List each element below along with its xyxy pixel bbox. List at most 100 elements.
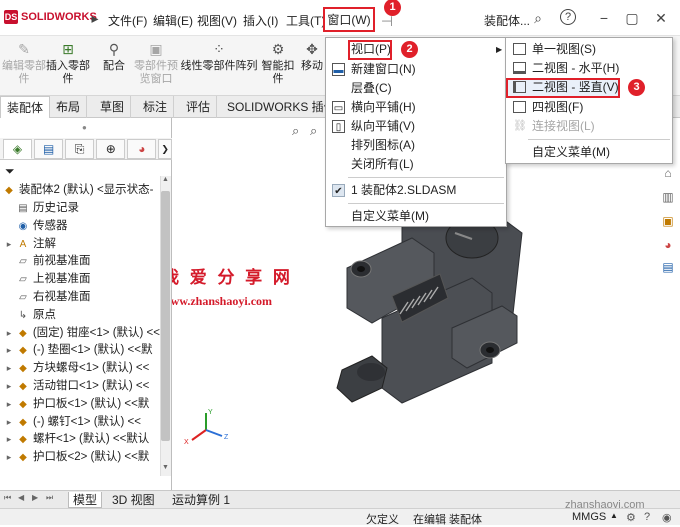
move-button[interactable]: ✥ 移动 <box>298 40 326 73</box>
help-icon[interactable]: ? <box>560 9 576 25</box>
tab-sketch[interactable]: 草图 <box>94 96 132 118</box>
submenu-single-view[interactable]: 单一视图(S) <box>506 40 672 59</box>
edit-part-button[interactable]: ✎ 编辑零部件 <box>0 40 48 86</box>
preview-window-button[interactable]: ▣ 零部件预览窗口 <box>132 40 180 86</box>
close-icon[interactable]: ✕ <box>652 9 670 27</box>
design-library-icon[interactable]: ▥ <box>659 188 677 206</box>
tab-model[interactable]: 模型 <box>68 492 103 508</box>
nav-prev-icon[interactable]: ◀ <box>18 493 24 502</box>
tab-evaluate[interactable]: 评估 <box>180 96 218 118</box>
tab-addins[interactable]: SOLIDWORKS 插件 <box>221 96 342 118</box>
tree-item[interactable]: ▸ ◆ (-) 垫圈<1> (默认) <<默 <box>2 342 160 360</box>
configuration-tab-icon[interactable]: ⎘ <box>65 139 95 159</box>
status-help-icon[interactable]: ? <box>644 511 650 523</box>
minimize-icon[interactable]: − <box>595 9 613 27</box>
pin-icon[interactable]: ⊣ <box>378 12 396 30</box>
tree-item[interactable]: ▸ A 注解 <box>2 236 160 254</box>
tab-assembly[interactable]: 装配体 <box>0 96 51 118</box>
tree-item[interactable]: ↳ 原点 <box>2 307 160 325</box>
tree-expand-icon[interactable]: ▸ <box>2 396 16 414</box>
property-manager-tab-icon[interactable]: ▤ <box>34 139 64 159</box>
tab-markup[interactable]: 标注 <box>137 96 175 118</box>
nav-last-icon[interactable]: ⏭ <box>46 493 53 503</box>
menu-window[interactable]: 窗口(W) <box>323 7 375 32</box>
tree-item[interactable]: ▸ ◆ 方块螺母<1> (默认) << <box>2 360 160 378</box>
units-dropdown-icon[interactable]: ▲ <box>610 511 618 520</box>
tree-scroll-thumb[interactable] <box>161 191 170 441</box>
menu-item-cascade[interactable]: 层叠(C) <box>326 79 506 98</box>
solidworks-logo[interactable]: DS SOLIDWORKS <box>4 10 97 24</box>
tree-item[interactable]: ▤ 历史记录 <box>2 200 160 218</box>
restore-icon[interactable]: ▢ <box>623 9 641 27</box>
tab-3d-view[interactable]: 3D 视图 <box>108 492 159 508</box>
tree-item[interactable]: ▸ ◆ 护口板<2> (默认) <<默 <box>2 449 160 467</box>
display-manager-tab-icon[interactable]: ◕ <box>127 139 157 159</box>
menu-item-close-all[interactable]: 关闭所有(L) <box>326 155 506 174</box>
search-icon[interactable]: ⌕ <box>529 9 547 27</box>
scroll-down-icon[interactable]: ▼ <box>160 464 171 476</box>
submenu-four-view[interactable]: 四视图(F) <box>506 98 672 117</box>
watermark-url: www.zhanshaoyi.com <box>162 294 273 308</box>
menu-edit[interactable]: 编辑(E) <box>153 12 193 29</box>
nav-first-icon[interactable]: ⏮ <box>4 493 11 503</box>
mate-button[interactable]: ⚲ 配合 <box>94 40 134 73</box>
menu-tools[interactable]: 工具(T) <box>286 12 325 29</box>
tree-root[interactable]: ◆ 装配体2 (默认) <显示状态- <box>2 182 160 200</box>
scroll-up-icon[interactable]: ▲ <box>160 176 171 188</box>
nav-next-icon[interactable]: ▶ <box>32 493 38 502</box>
tree-expand-icon[interactable]: ▸ <box>2 342 16 360</box>
linear-pattern-button[interactable]: ⁘ 线性零部件阵列 <box>180 40 258 73</box>
smart-fastener-button[interactable]: ⚙ 智能扣件 <box>258 40 298 86</box>
menu-item-tile-horizontal[interactable]: ▭ 横向平铺(H) <box>326 98 506 117</box>
tree-item-label: 活动钳口<1> (默认) << <box>33 380 150 392</box>
menu-item-customize[interactable]: 自定义菜单(M) <box>326 207 506 226</box>
tab-motion-study[interactable]: 运动算例 1 <box>168 492 234 508</box>
task-pane-bar: ⌂ ▥ ▣ ◕ ▤ <box>656 160 680 280</box>
tree-item[interactable]: ▱ 前视基准面 <box>2 253 160 271</box>
tree-item[interactable]: ▸ ◆ (-) 螺钉<1> (默认) << <box>2 414 160 432</box>
filter-icon[interactable]: ⏷ <box>5 164 15 179</box>
tree-item[interactable]: ▸ ◆ 螺杆<1> (默认) <<默认 <box>2 431 160 449</box>
insert-component-button[interactable]: ⊞ 插入零部件 <box>44 40 92 86</box>
more-tabs-icon[interactable]: ❯ <box>158 139 172 159</box>
tree-expand-icon[interactable]: ▸ <box>2 431 16 449</box>
appearances-icon[interactable]: ◕ <box>659 236 677 254</box>
view-heads-up-toolbar[interactable]: ⌕ ⌕ <box>292 123 317 138</box>
tree-item[interactable]: ▸ ◆ (固定) 钳座<1> (默认) << <box>2 325 160 343</box>
resources-icon[interactable]: ⌂ <box>659 164 677 182</box>
dimxpert-tab-icon[interactable]: ⊕ <box>96 139 126 159</box>
units-selector[interactable]: MMGS <box>572 511 606 523</box>
tree-expand-icon[interactable]: ▸ <box>2 360 16 378</box>
menu-item-open-doc[interactable]: ✔ 1 装配体2.SLDASM <box>326 181 506 200</box>
submenu-link-views[interactable]: ⛓ 连接视图(L) <box>506 117 672 136</box>
submenu-two-view-vertical[interactable]: 二视图 - 竖直(V) <box>506 78 620 98</box>
smart-fastener-icon: ⚙ <box>271 41 285 57</box>
status-notes-icon[interactable]: ◉ <box>662 511 672 524</box>
tree-item[interactable]: ▱ 右视基准面 <box>2 289 160 307</box>
tree-expand-icon[interactable]: ▸ <box>2 414 16 432</box>
vise-model[interactable] <box>336 195 523 404</box>
tree-item[interactable]: ▸ ◆ 活动钳口<1> (默认) << <box>2 378 160 396</box>
status-settings-icon[interactable]: ⚙ <box>626 511 636 524</box>
custom-properties-icon[interactable]: ▤ <box>659 258 677 276</box>
menu-view[interactable]: 视图(V) <box>197 12 237 29</box>
menu-item-new-window[interactable]: ▬ 新建窗口(N) <box>326 60 506 79</box>
submenu-two-view-horizontal[interactable]: 二视图 - 水平(H) <box>506 59 672 78</box>
expand-arrow-icon[interactable]: ▸ <box>86 9 104 27</box>
menu-item-tile-vertical[interactable]: ▯ 纵向平铺(V) <box>326 117 506 136</box>
tree-item[interactable]: ▸ ◆ 护口板<1> (默认) <<默 <box>2 396 160 414</box>
submenu-customize[interactable]: 自定义菜单(M) <box>506 143 672 162</box>
menu-item-arrange-icons[interactable]: 排列图标(A) <box>326 136 506 155</box>
tab-layout[interactable]: 布局 <box>50 96 88 118</box>
feature-tree-tab-icon[interactable]: ◈ <box>3 139 33 159</box>
menu-file[interactable]: 文件(F) <box>108 12 147 29</box>
tree-expand-icon[interactable]: ▸ <box>2 236 16 254</box>
file-explorer-icon[interactable]: ▣ <box>659 212 677 230</box>
tree-expand-icon[interactable]: ▸ <box>2 378 16 396</box>
tree-item[interactable]: ◉ 传感器 <box>2 218 160 236</box>
menu-insert[interactable]: 插入(I) <box>243 12 278 29</box>
tree-item[interactable]: ▱ 上视基准面 <box>2 271 160 289</box>
panel-grip-icon[interactable]: ● <box>82 123 87 132</box>
tree-expand-icon[interactable]: ▸ <box>2 325 16 343</box>
tree-expand-icon[interactable]: ▸ <box>2 449 16 467</box>
